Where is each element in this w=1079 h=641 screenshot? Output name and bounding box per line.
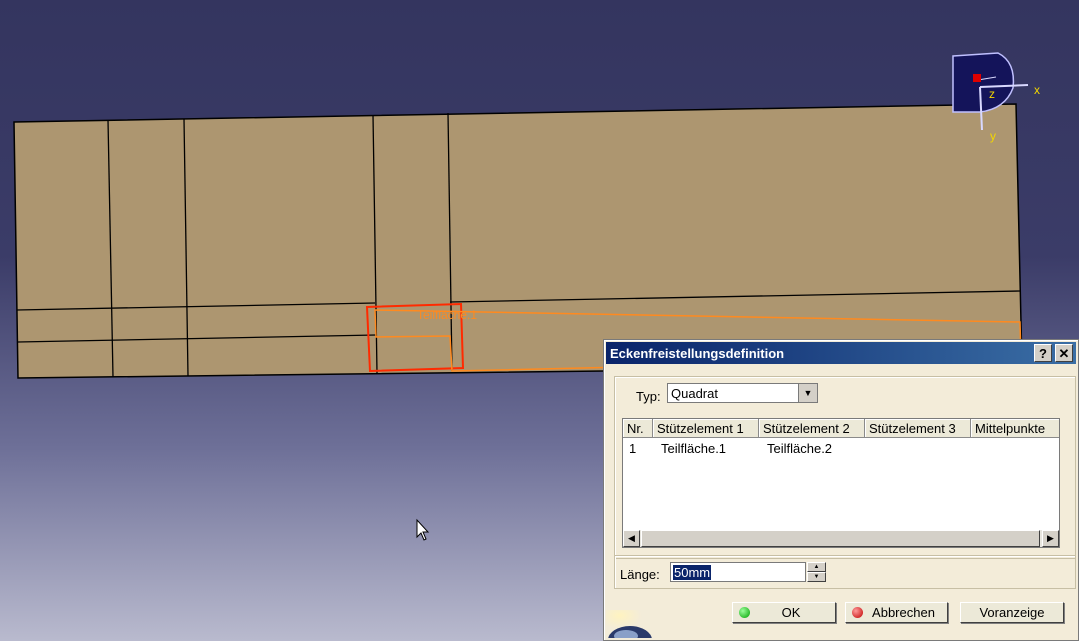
type-select[interactable]: Quadrat ▼ [667, 383, 818, 403]
spin-down-icon[interactable]: ▼ [807, 572, 826, 582]
chevron-down-icon[interactable]: ▼ [798, 384, 817, 402]
scrollbar-thumb[interactable] [641, 530, 1040, 547]
length-value[interactable]: 50mm [673, 565, 712, 580]
column-header-support-2[interactable]: Stützelement 2 [759, 419, 865, 438]
close-button[interactable]: ✕ [1055, 344, 1073, 362]
ok-button-label: OK [781, 605, 801, 620]
horizontal-scrollbar[interactable]: ◀ ▶ [623, 530, 1059, 547]
corner-relief-dialog[interactable]: Eckenfreistellungsdefinition ? ✕ Typ: Qu… [603, 339, 1079, 641]
surface-tag: Teilfläche.1 [417, 308, 477, 322]
green-dot-icon [739, 607, 750, 618]
column-header-support-3[interactable]: Stützelement 3 [865, 419, 971, 438]
red-dot-icon [852, 607, 863, 618]
support-elements-table[interactable]: Nr. Stützelement 1 Stützelement 2 Stütze… [622, 418, 1060, 548]
table-cell-support-2[interactable]: Teilfläche.2 [767, 441, 832, 456]
length-spinner[interactable]: ▲ ▼ [807, 562, 826, 582]
length-input[interactable]: 50mm [670, 562, 806, 582]
table-cell-nr[interactable]: 1 [629, 441, 636, 456]
column-header-nr[interactable]: Nr. [623, 419, 653, 438]
preview-button[interactable]: Voranzeige [960, 602, 1064, 623]
catia-logo-icon [606, 610, 652, 638]
compass-x-label: x [1034, 83, 1040, 97]
type-select-value: Quadrat [671, 386, 718, 401]
mouse-cursor-icon [416, 518, 430, 541]
type-label: Typ: [636, 389, 661, 404]
ok-button[interactable]: OK [732, 602, 836, 623]
compass-z-label: z [989, 87, 995, 101]
scroll-right-icon[interactable]: ▶ [1042, 530, 1059, 547]
table-cell-support-1[interactable]: Teilfläche.1 [661, 441, 726, 456]
spin-up-icon[interactable]: ▲ [807, 562, 826, 572]
column-header-centers[interactable]: Mittelpunkte [971, 419, 1059, 438]
cancel-button-label: Abbrechen [872, 605, 935, 620]
sheet-surface[interactable] [13, 103, 1023, 379]
cancel-button[interactable]: Abbrechen [845, 602, 948, 623]
compass-y-label: y [990, 129, 996, 143]
scroll-left-icon[interactable]: ◀ [623, 530, 640, 547]
help-button[interactable]: ? [1034, 344, 1052, 362]
length-label: Länge: [620, 567, 660, 582]
dialog-title: Eckenfreistellungsdefinition [610, 346, 785, 361]
column-header-support-1[interactable]: Stützelement 1 [653, 419, 759, 438]
preview-button-label: Voranzeige [979, 605, 1045, 620]
dialog-titlebar[interactable]: Eckenfreistellungsdefinition ? ✕ [606, 342, 1076, 364]
